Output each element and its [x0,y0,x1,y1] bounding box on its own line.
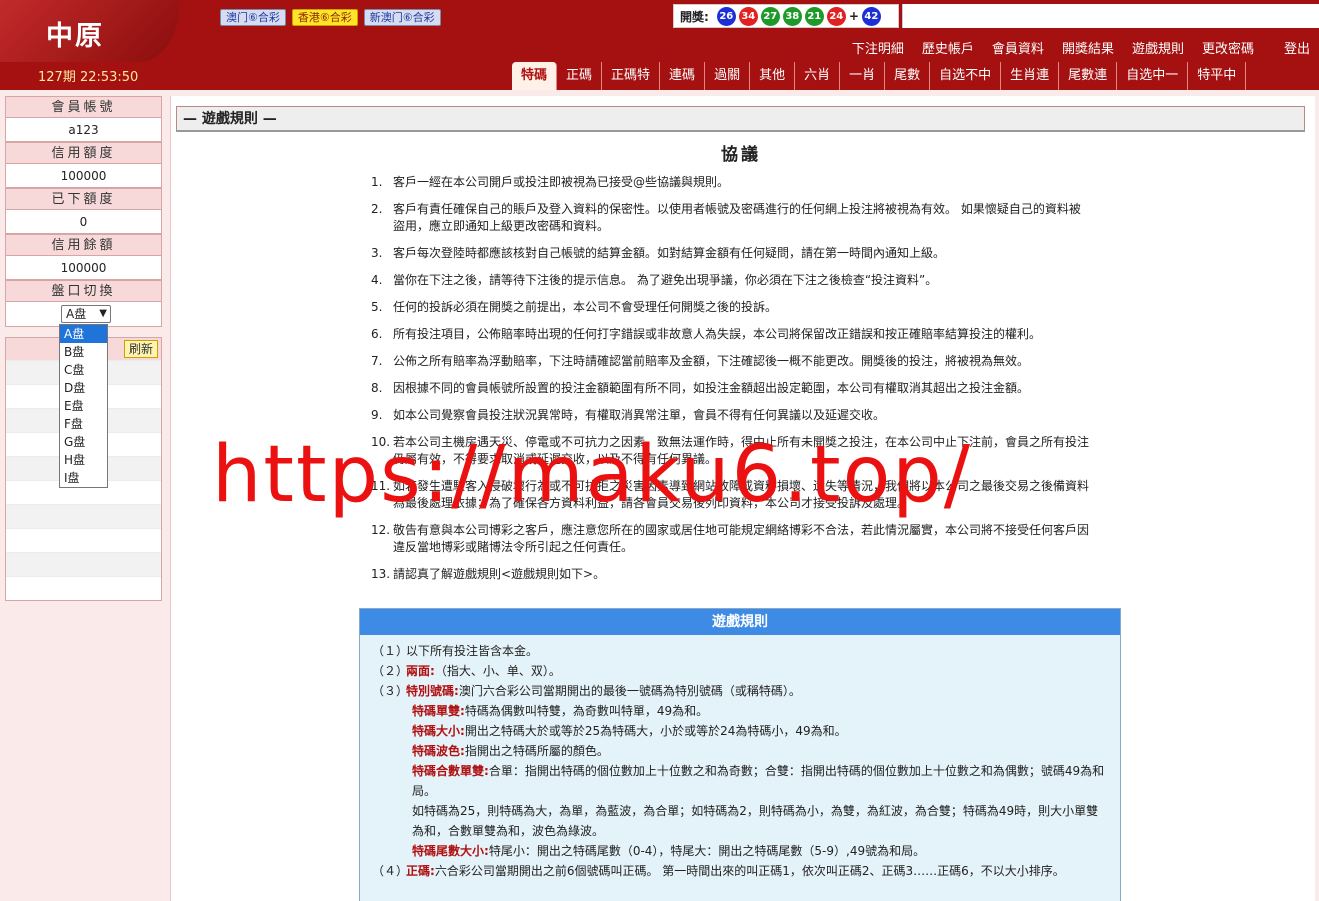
pan-option[interactable]: G盘 [60,433,107,451]
account-label: 會員帳號 [5,96,162,118]
watermark-url: https://maku6.top/ [212,430,973,520]
game-rules-body: （１） 以下所有投注皆含本金。 （２） 兩面:（指大、小、单、双）。 （３） 特… [360,635,1120,887]
marquee-notice [902,4,1319,28]
top-menu: 下注明細 歷史帳戶 會員資料 開獎結果 遊戲規則 更改密碼 登出 [843,38,1319,57]
draw-ball: 26 [716,6,736,26]
rule-sub: 特碼波色:指開出之特碼所屬的顏色。 [412,744,609,758]
period-timer: 127期 22:53:50 [38,70,139,85]
pan-option[interactable]: D盘 [60,379,107,397]
tab-special-code[interactable]: 特碼 [512,62,558,90]
menu-game-rules[interactable]: 遊戲規則 [1123,38,1193,57]
chevron-down-icon: ▼ [99,308,107,319]
draw-result-bar: 開獎: 26 34 27 38 21 24 + 42 [673,4,899,28]
logo-block: 中原 [0,0,180,62]
stake-row [6,504,161,528]
pan-option[interactable]: A盘 [60,325,107,343]
tab-regular-code[interactable]: 正碼 [557,62,603,90]
list-item: 5. 任何的投訴必須在開獎之前提出，本公司不會受理任何開獎之後的投訴。 [371,300,778,314]
logo: 中原 [46,21,104,52]
section-title: — 遊戲規則 — [176,106,1305,132]
pan-option[interactable]: B盘 [60,343,107,361]
list-item: 2. 客戶有責任確保自己的賬戶及登入資料的保密性。以使用者帳號及密碼進行的任何網上… [371,202,1081,233]
rule-sub: 特碼合數單雙:合單：指開出特碼的個位數加上十位數之和為奇數；合雙：指開出特碼的個… [412,764,1105,798]
rule-sub: 特碼尾數大小:特尾小：開出之特碼尾數（0-4），特尾大：開出之特碼尾數（5-9）… [412,844,926,858]
menu-draw-results[interactable]: 開獎結果 [1053,38,1123,57]
tab-one-zodiac[interactable]: 一肖 [840,62,886,90]
rule-para: （４） 正碼:六合彩公司當期開出之前6個號碼叫正碼。 第一時間出來的叫正碼1，依… [372,864,1065,878]
list-item: 13. 請認真了解遊戲規則<遊戲規則如下>。 [371,567,606,581]
pan-option[interactable]: F盘 [60,415,107,433]
placed-label: 已下額度 [5,188,162,210]
menu-change-password[interactable]: 更改密碼 [1193,38,1263,57]
placed-value: 0 [5,210,162,234]
stake-row [6,576,161,600]
rule-sub: 特碼單雙:特碼為偶數叫特雙，為奇數叫特單，49為和。 [412,704,709,718]
balance-label: 信用餘額 [5,234,162,256]
list-item: 4. 當你在下注之後，請等待下注後的提示信息。 為了避免出現爭議，你必須在下注之後… [371,273,938,287]
draw-ball: 21 [804,6,824,26]
agreement-list: 1. 客戶一經在本公司開戶或投注即被視為已接受@些協議與規則。 2. 客戶有責任確保… [371,174,1091,593]
tab-not-hit[interactable]: 自选不中 [930,62,1002,90]
header: 中原 127期 22:53:50 澳门⑥合彩 香港⑥合彩 新澳门⑥合彩 開獎: … [0,0,1319,90]
lottery-tab-new-macau[interactable]: 新澳门⑥合彩 [363,9,441,26]
pan-select[interactable]: A盘 ▼ [61,305,111,323]
bet-type-tabs: 特碼 正碼 正碼特 連碼 過關 其他 六肖 一肖 尾數 自选不中 生肖連 尾數連… [512,62,1247,90]
pan-option[interactable]: H盘 [60,451,107,469]
tab-regular-special[interactable]: 正碼特 [602,62,661,90]
pan-option[interactable]: I盘 [60,469,107,487]
tab-tail-combo[interactable]: 尾數連 [1059,62,1118,90]
account-value: a123 [5,118,162,142]
tab-special-flat[interactable]: 特平中 [1188,62,1247,90]
draw-ball: 34 [738,6,758,26]
credit-label: 信用額度 [5,142,162,164]
logout-link[interactable]: 登出 [1275,38,1319,57]
lottery-tab-macau[interactable]: 澳门⑥合彩 [220,9,286,26]
refresh-button[interactable]: 刷新 [123,340,158,358]
pan-option[interactable]: E盘 [60,397,107,415]
pan-select-value: A盘 [66,307,87,321]
pan-switch-label: 盤口切換 [5,280,162,302]
balance-value: 100000 [5,256,162,280]
rule-para: （２） 兩面:（指大、小、单、双）。 [372,664,561,678]
list-item: 7. 公佈之所有賠率為浮動賠率，下注時請確認當前賠率及金額，下注確認後一概不能更改… [371,354,1030,368]
list-item: 6. 所有投注項目，公佈賠率時出現的任何打字錯誤或非故意人為失誤，本公司將保留改正… [371,327,1042,341]
tab-tail-number[interactable]: 尾數 [885,62,931,90]
list-item: 8. 因根據不同的會員帳號所設置的投注金額範圍有所不同，如投注金額超出設定範圍，本… [371,381,1030,395]
stake-row [6,552,161,576]
draw-ball: 24 [826,6,846,26]
rule-sub: 特碼大小:開出之特碼大於或等於25為特碼大，小於或等於24為特碼小，49為和。 [412,724,847,738]
lottery-tab-hongkong[interactable]: 香港⑥合彩 [291,9,358,26]
draw-label: 開獎: [680,9,709,24]
tab-other[interactable]: 其他 [750,62,796,90]
pan-option[interactable]: C盘 [60,361,107,379]
draw-plus: + [848,9,859,23]
draw-ball: 27 [760,6,780,26]
agreement-title: 協議 [721,145,761,165]
stake-row [6,528,161,552]
list-item: 9. 如本公司覺察會員投注狀況異常時，有權取消異常注單，會員不得有任何異議以及延遲… [371,408,886,422]
tab-combo[interactable]: 連碼 [660,62,706,90]
rule-para: （１） 以下所有投注皆含本金。 [372,644,539,658]
game-rules-title: 遊戲規則 [360,609,1120,635]
rule-sub: 如特碼為25，則特碼為大，為單，為藍波，為合單；如特碼為2，則特碼為小，為雙，為… [412,804,1099,838]
list-item: 1. 客戶一經在本公司開戶或投注即被視為已接受@些協議與規則。 [371,175,730,189]
tab-parlay[interactable]: 過關 [705,62,751,90]
lottery-tabs: 澳门⑥合彩 香港⑥合彩 新澳门⑥合彩 [220,9,441,26]
game-rules-panel: 遊戲規則 （１） 以下所有投注皆含本金。 （２） 兩面:（指大、小、单、双）。 … [359,608,1121,901]
credit-value: 100000 [5,164,162,188]
draw-ball-special: 42 [861,6,881,26]
pan-dropdown-list: A盘 B盘 C盘 D盘 E盘 F盘 G盘 H盘 I盘 [59,324,108,488]
menu-bet-details[interactable]: 下注明細 [843,38,913,57]
menu-history[interactable]: 歷史帳戶 [913,38,983,57]
draw-ball: 38 [782,6,802,26]
tab-pick-one[interactable]: 自选中一 [1117,62,1189,90]
list-item: 3. 客戶每次登陸時都應該核對自己帳號的結算金額。如對結算金額有任何疑問，請在第一… [371,246,946,260]
tab-zodiac-combo[interactable]: 生肖連 [1001,62,1060,90]
menu-member-info[interactable]: 會員資料 [983,38,1053,57]
list-item: 12. 敬告有意與本公司博彩之客戶，應注意您所在的國家或居住地可能規定網絡博彩不合… [371,523,1090,554]
rule-para: （３） 特別號碼:澳门六合彩公司當期開出的最後一號碼為特別號碼（或稱特碼）。 [372,684,801,698]
sidebar: 會員帳號 a123 信用額度 100000 已下額度 0 信用餘額 100000… [5,96,162,327]
tab-six-zodiac[interactable]: 六肖 [795,62,841,90]
